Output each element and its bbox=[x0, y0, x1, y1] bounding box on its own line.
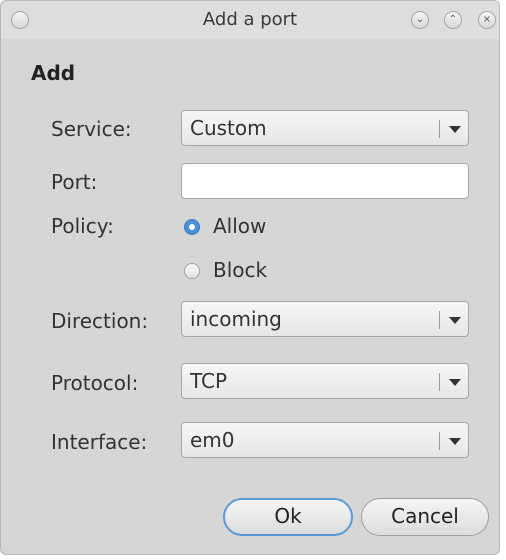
dropdown-arrow-icon bbox=[449, 126, 461, 133]
service-value: Custom bbox=[190, 116, 267, 140]
dropdown-separator bbox=[439, 311, 440, 329]
dropdown-separator bbox=[439, 120, 440, 138]
dropdown-separator bbox=[439, 432, 440, 450]
chevron-down-icon: ⌄ bbox=[415, 14, 425, 25]
minimize-button[interactable]: ⌄ bbox=[411, 11, 429, 29]
maximize-button[interactable]: ⌃ bbox=[444, 11, 462, 29]
interface-value: em0 bbox=[190, 428, 235, 452]
protocol-label: Protocol: bbox=[51, 371, 139, 395]
dialog-heading: Add bbox=[31, 61, 76, 85]
service-label: Service: bbox=[51, 117, 132, 141]
allow-radio[interactable] bbox=[184, 219, 200, 235]
dropdown-arrow-icon bbox=[449, 317, 461, 324]
policy-label: Policy: bbox=[51, 214, 114, 238]
direction-dropdown[interactable]: incoming bbox=[181, 301, 469, 337]
direction-value: incoming bbox=[190, 307, 282, 331]
allow-radio-label[interactable]: Allow bbox=[213, 214, 266, 238]
protocol-dropdown[interactable]: TCP bbox=[181, 363, 469, 399]
dialog-window: Add a port ⌄ ⌃ × Add Service: Custom Por… bbox=[0, 0, 500, 555]
port-input[interactable] bbox=[181, 163, 469, 199]
chevron-up-icon: ⌃ bbox=[448, 14, 458, 25]
close-icon: × bbox=[482, 14, 492, 25]
dropdown-arrow-icon bbox=[449, 379, 461, 386]
interface-dropdown[interactable]: em0 bbox=[181, 422, 469, 458]
port-label: Port: bbox=[51, 170, 98, 194]
block-radio[interactable] bbox=[184, 263, 200, 279]
block-radio-label[interactable]: Block bbox=[213, 258, 267, 282]
direction-label: Direction: bbox=[51, 309, 149, 333]
dropdown-separator bbox=[439, 373, 440, 391]
service-dropdown[interactable]: Custom bbox=[181, 110, 469, 146]
protocol-value: TCP bbox=[190, 369, 228, 393]
close-button[interactable]: × bbox=[478, 11, 496, 29]
dropdown-arrow-icon bbox=[449, 438, 461, 445]
ok-button[interactable]: Ok bbox=[223, 498, 353, 536]
title-bar[interactable]: Add a port ⌄ ⌃ × bbox=[1, 1, 499, 39]
interface-label: Interface: bbox=[51, 430, 148, 454]
cancel-button[interactable]: Cancel bbox=[361, 498, 489, 536]
